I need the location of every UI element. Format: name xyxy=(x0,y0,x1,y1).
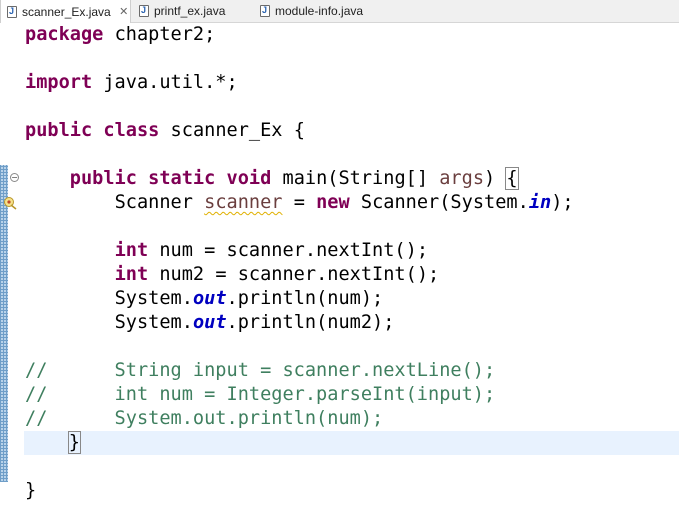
matching-bracket-highlight: { xyxy=(505,167,519,190)
code-line-comment-1: // String input = scanner.nextLine(); xyxy=(25,360,496,381)
tab-label: module-info.java xyxy=(275,4,364,18)
code-line-println-num: System.out.println(num); xyxy=(114,288,384,309)
unused-variable-warning: scanner xyxy=(204,192,283,213)
tab-label: scanner_Ex.java xyxy=(22,4,111,19)
collapse-icon[interactable]: − xyxy=(10,173,19,182)
code-line-println-num2: System.out.println(num2); xyxy=(114,312,395,333)
code-line-current: } xyxy=(24,431,679,455)
code-line-num: int num = scanner.nextInt(); xyxy=(114,240,429,261)
code-line-class-close: } xyxy=(25,480,37,501)
tab-label: printf_ex.java xyxy=(154,4,226,18)
code-line-import: import java.util.*; xyxy=(25,72,238,93)
text-caret xyxy=(79,432,81,452)
editor-tab-bar: scanner_Ex.java ✕ printf_ex.java module-… xyxy=(0,0,679,23)
code-line-main-decl: public static void main(String[] args) { xyxy=(69,167,519,190)
matching-bracket-highlight: } xyxy=(67,431,82,454)
code-editor[interactable]: − package chapter2; import java.util.*; … xyxy=(0,23,679,506)
tab-scanner-ex[interactable]: scanner_Ex.java ✕ xyxy=(0,0,131,23)
code-line-package: package chapter2; xyxy=(25,24,216,45)
java-file-icon xyxy=(139,5,149,17)
code-line-num2: int num2 = scanner.nextInt(); xyxy=(114,264,440,285)
tab-module-info[interactable]: module-info.java xyxy=(254,0,384,22)
code-line-comment-2: // int num = Integer.parseInt(input); xyxy=(25,384,496,405)
java-file-icon xyxy=(260,5,270,17)
java-file-icon xyxy=(7,5,17,18)
warning-icon[interactable] xyxy=(3,196,17,210)
quick-diff-change-bar xyxy=(0,165,8,482)
tab-printf-ex[interactable]: printf_ex.java xyxy=(133,0,251,22)
code-line-comment-3: // System.out.println(num); xyxy=(25,408,384,429)
editor-ruler: − xyxy=(0,23,20,506)
code-line-class-decl: public class scanner_Ex { xyxy=(25,120,305,141)
code-line-scanner-init: Scanner scanner = new Scanner(System.in)… xyxy=(114,192,574,213)
close-icon[interactable]: ✕ xyxy=(119,5,129,18)
